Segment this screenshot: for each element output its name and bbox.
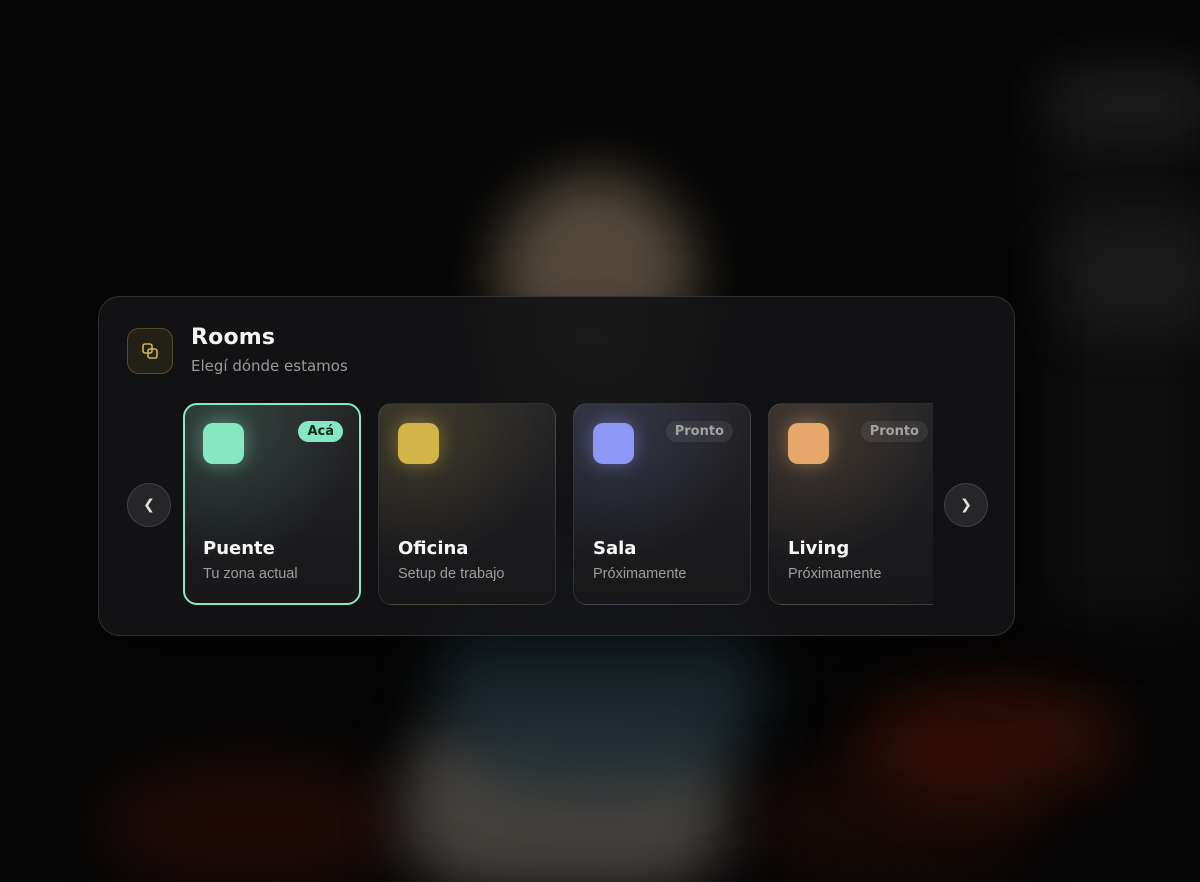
room-swatch bbox=[593, 423, 634, 464]
room-name: Living bbox=[788, 538, 850, 559]
panel-title: Rooms bbox=[191, 325, 276, 350]
panel-subtitle: Elegí dónde estamos bbox=[191, 357, 348, 375]
room-swatch bbox=[203, 423, 244, 464]
room-card-sala[interactable]: Pronto Sala Próximamente bbox=[573, 403, 751, 605]
room-badge: Acá bbox=[298, 421, 343, 442]
rooms-carousel: Acá Puente Tu zona actual Oficina Setup … bbox=[183, 403, 933, 607]
layers-icon bbox=[127, 328, 173, 374]
room-description: Setup de trabajo bbox=[398, 566, 505, 582]
room-name: Sala bbox=[593, 538, 637, 559]
room-description: Próximamente bbox=[788, 566, 882, 582]
room-name: Oficina bbox=[398, 538, 469, 559]
room-swatch bbox=[398, 423, 439, 464]
next-button[interactable]: ❯ bbox=[944, 483, 988, 527]
room-description: Próximamente bbox=[593, 566, 687, 582]
previous-button[interactable]: ❮ bbox=[127, 483, 171, 527]
room-card-puente[interactable]: Acá Puente Tu zona actual bbox=[183, 403, 361, 605]
room-card-living[interactable]: Pronto Living Próximamente bbox=[768, 403, 933, 605]
rooms-panel: Rooms Elegí dónde estamos ❮ Acá Puente T… bbox=[98, 296, 1015, 636]
room-badge: Pronto bbox=[860, 421, 928, 442]
room-description: Tu zona actual bbox=[203, 566, 298, 582]
room-card-oficina[interactable]: Oficina Setup de trabajo bbox=[378, 403, 556, 605]
room-name: Puente bbox=[203, 538, 275, 559]
room-badge: Pronto bbox=[665, 421, 733, 442]
room-swatch bbox=[788, 423, 829, 464]
